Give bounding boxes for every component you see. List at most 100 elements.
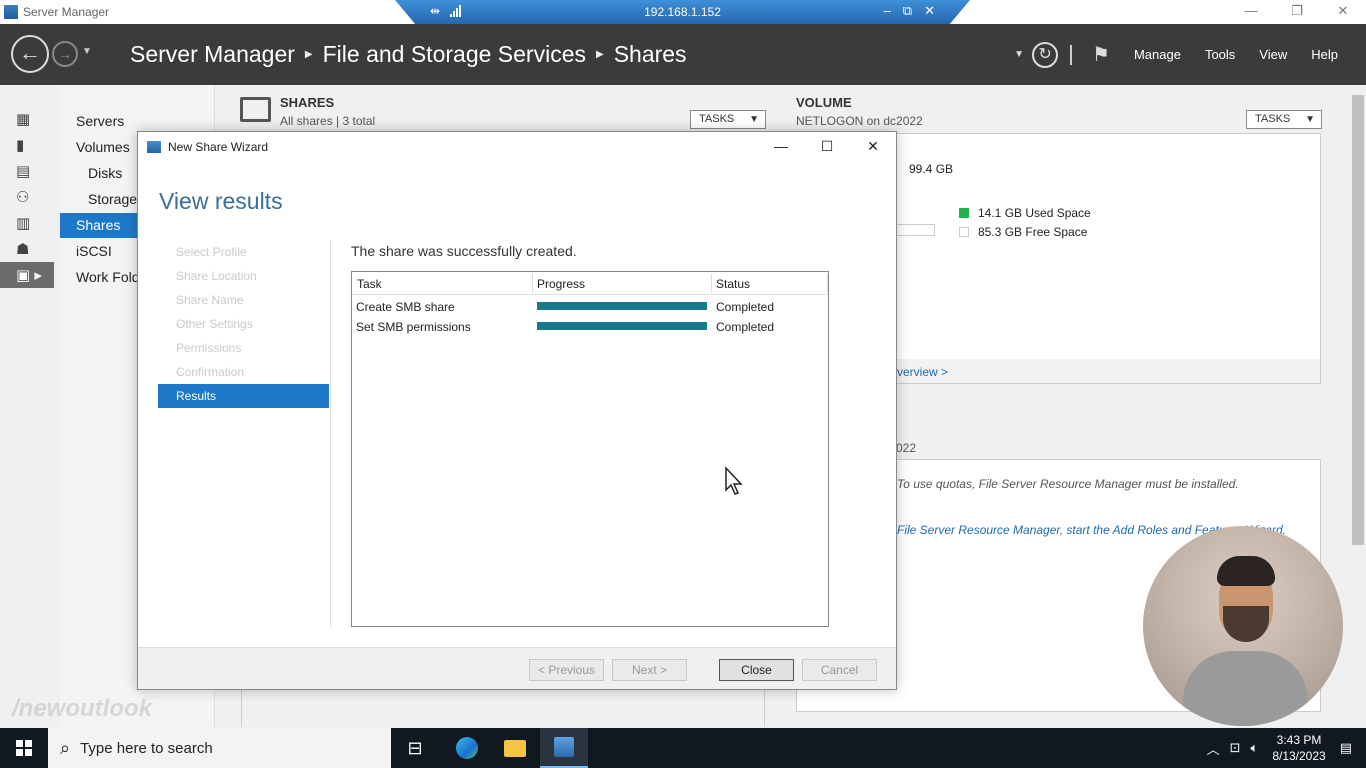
table-row[interactable]: Set SMB permissions Completed (352, 317, 828, 337)
rdp-restore-button[interactable]: ⧉ (903, 3, 912, 19)
breadcrumb-separator-icon: ▶ (595, 49, 604, 60)
go-to-overview-link[interactable]: verview > (897, 365, 948, 379)
window-title: Server Manager (23, 5, 110, 19)
menu-manage[interactable]: Manage (1134, 47, 1181, 62)
server-manager-header: ← → ▼ Server Manager ▶ File and Storage … (0, 24, 1366, 85)
wizard-titlebar: New Share Wizard — ☐ ✕ (138, 132, 896, 162)
volume-title: VOLUME (796, 95, 852, 110)
used-space-label: 14.1 GB Used Space (978, 206, 1091, 220)
server-manager-app-icon (4, 5, 18, 19)
step-other-settings: Other Settings (176, 317, 253, 331)
vertical-scrollbar[interactable] (1350, 85, 1366, 727)
clock-date: 8/13/2023 (1272, 749, 1326, 763)
system-tray: ︿ ⊡ 🔈︎ 3:43 PM 8/13/2023 ▤ (1207, 728, 1366, 768)
results-table: Task Progress Status Create SMB share Co… (351, 271, 829, 627)
dns-icon[interactable]: ▥ (0, 210, 54, 236)
wizard-title: New Share Wizard (168, 140, 269, 154)
start-button[interactable] (0, 728, 48, 768)
menu-view[interactable]: View (1259, 47, 1287, 62)
divider (1070, 44, 1073, 65)
refresh-icon[interactable]: ↻ (1032, 41, 1059, 68)
dropdown-icon[interactable]: ▼ (1014, 49, 1024, 60)
shares-icon (240, 97, 271, 122)
wizard-maximize-button[interactable]: ☐ (804, 132, 850, 160)
notifications-flag-icon[interactable]: ⚑ (1092, 42, 1110, 67)
step-select-profile: Select Profile (176, 245, 247, 259)
quota-info-text: To use quotas, File Server Resource Mana… (897, 477, 1239, 491)
new-share-wizard-dialog: New Share Wizard — ☐ ✕ View results Sele… (137, 131, 897, 690)
step-results[interactable]: Results (158, 384, 329, 408)
table-row[interactable]: Create SMB share Completed (352, 297, 828, 317)
wizard-heading: View results (159, 188, 283, 214)
clock[interactable]: 3:43 PM 8/13/2023 (1272, 732, 1325, 764)
rdp-close-button[interactable]: ✕ (924, 3, 935, 19)
wizard-close-button[interactable]: ✕ (850, 132, 896, 160)
volume-muted-icon[interactable]: 🔈︎ (1251, 740, 1259, 756)
breadcrumb-file-storage[interactable]: File and Storage Services (323, 41, 586, 68)
column-header-status[interactable]: Status (716, 277, 750, 291)
forward-arrow-icon[interactable]: → (52, 41, 78, 67)
wizard-footer: < Previous Next > Close Cancel (138, 647, 896, 689)
window-controls: — ❐ ✕ (1228, 0, 1366, 24)
clock-time: 3:43 PM (1276, 733, 1322, 747)
back-arrow-icon[interactable]: ← (11, 35, 49, 73)
dashboard-icon[interactable]: ▦ (0, 106, 54, 132)
column-header-progress[interactable]: Progress (537, 277, 585, 291)
free-space-swatch (959, 227, 969, 237)
rdp-minimize-button[interactable]: – (884, 3, 891, 19)
divider (330, 240, 331, 627)
task-status: Completed (716, 300, 775, 314)
maximize-button[interactable]: ❐ (1274, 0, 1320, 24)
edge-browser-icon[interactable] (443, 728, 491, 768)
volume-tasks-button[interactable]: TASKS ▼ (1246, 110, 1322, 129)
file-explorer-icon[interactable] (491, 728, 539, 768)
step-share-name: Share Name (176, 293, 244, 307)
next-button[interactable]: Next > (612, 659, 687, 681)
taskbar-search[interactable]: ⌕ Type here to search (48, 728, 391, 768)
breadcrumb-separator-icon: ▶ (304, 49, 313, 60)
dhcp-icon[interactable]: ☗ (0, 236, 54, 262)
column-header-task[interactable]: Task (357, 277, 382, 291)
chevron-up-icon[interactable]: ︿ (1207, 739, 1220, 758)
volume-subtitle: NETLOGON on dc2022 (796, 114, 923, 128)
ad-ds-icon[interactable]: ⚇ (0, 184, 54, 210)
shares-subtitle: All shares | 3 total (280, 114, 376, 128)
close-window-button[interactable]: ✕ (1320, 0, 1366, 24)
free-space-legend: 85.3 GB Free Space (959, 225, 1087, 239)
windows-logo-icon (16, 740, 32, 756)
minimize-button[interactable]: — (1228, 0, 1274, 24)
step-share-location: Share Location (176, 269, 257, 283)
server-manager-taskbar-icon[interactable] (540, 728, 588, 768)
breadcrumb-shares[interactable]: Shares (614, 41, 687, 68)
step-confirmation: Confirmation (176, 365, 245, 379)
menu-help[interactable]: Help (1311, 47, 1338, 62)
task-view-icon[interactable]: ⊟ (391, 728, 439, 768)
volume-capacity: 99.4 GB (909, 162, 954, 176)
result-message: The share was successfully created. (351, 243, 577, 259)
file-storage-services-icon[interactable]: ▣ ▸ (0, 262, 54, 288)
search-icon: ⌕ (60, 737, 71, 758)
notification-center-icon[interactable]: ▤ (1340, 740, 1352, 756)
history-dropdown-icon[interactable]: ▼ (82, 46, 92, 57)
cancel-button[interactable]: Cancel (802, 659, 877, 681)
used-space-legend: 14.1 GB Used Space (959, 206, 1091, 220)
quota-section-label: 022 (896, 441, 917, 455)
shares-tasks-button[interactable]: TASKS ▼ (690, 110, 766, 129)
breadcrumb-server-manager[interactable]: Server Manager (130, 41, 295, 68)
task-name: Create SMB share (356, 300, 455, 314)
channel-watermark: /newoutlook (12, 695, 152, 723)
results-table-header: Task Progress Status (352, 272, 828, 295)
step-permissions: Permissions (176, 341, 242, 355)
wizard-minimize-button[interactable]: — (758, 132, 804, 160)
previous-button[interactable]: < Previous (529, 659, 604, 681)
all-servers-icon[interactable]: ▤ (0, 158, 54, 184)
local-server-icon[interactable]: ▮ (0, 132, 54, 158)
menu-tools[interactable]: Tools (1205, 47, 1235, 62)
watermark-text: /newoutlook (12, 695, 152, 722)
close-button[interactable]: Close (719, 659, 794, 681)
task-name: Set SMB permissions (356, 320, 471, 334)
chevron-down-icon: ▼ (1305, 114, 1315, 125)
used-space-swatch (959, 208, 969, 218)
network-icon[interactable]: ⊡ (1230, 740, 1241, 756)
scrollbar-thumb[interactable] (1352, 95, 1364, 545)
